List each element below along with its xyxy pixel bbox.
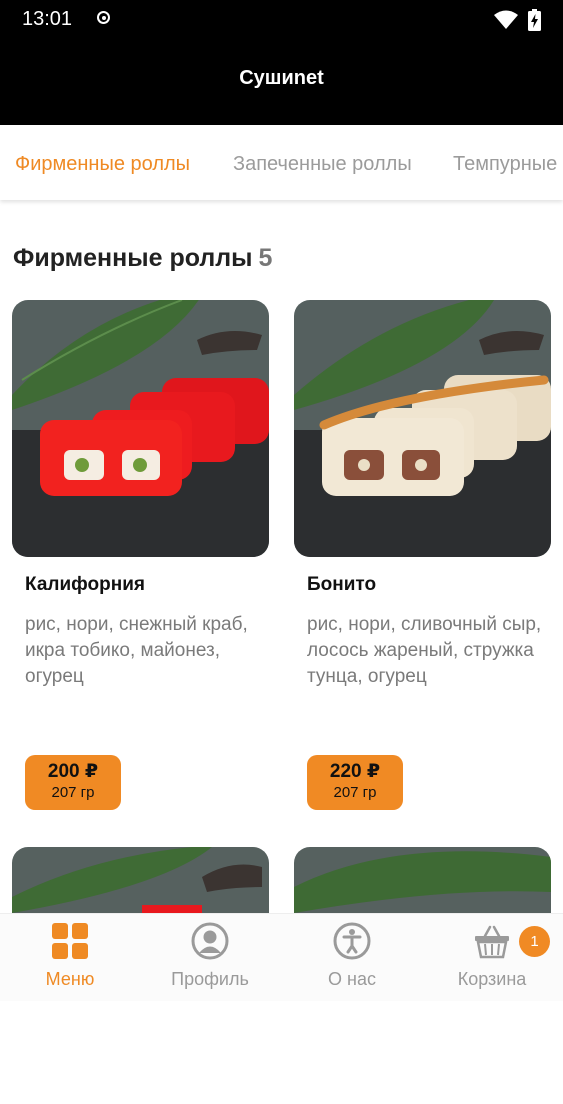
battery-charging-icon [528, 9, 541, 31]
nav-label: О нас [328, 969, 376, 989]
category-tabs: Фирменные роллы Запеченные роллы Темпурн… [0, 125, 563, 200]
nav-about[interactable]: О нас [292, 914, 412, 1001]
record-icon [97, 11, 110, 24]
product-image[interactable] [294, 300, 551, 557]
nav-label: Меню [45, 969, 95, 989]
product-description: рис, нори, снежный краб, икра тобико, ма… [25, 614, 248, 687]
add-to-cart-button[interactable]: 220 ₽ 207 гр [307, 755, 403, 810]
nav-profile[interactable]: Профиль [150, 914, 270, 1001]
product-price: 200 ₽ [47, 761, 99, 782]
section-title: Фирменные роллы [13, 244, 253, 272]
section-heading: Фирменные роллы 5 [13, 244, 272, 273]
profile-icon [191, 922, 229, 960]
section-count: 5 [258, 244, 273, 272]
product-name: Калифорния [25, 574, 145, 595]
nav-menu[interactable]: Меню [10, 914, 130, 1001]
basket-icon [475, 925, 509, 959]
app-bar: Сушиnet [0, 40, 563, 125]
app-title: Сушиnet [239, 67, 324, 89]
cart-count-badge: 1 [519, 926, 550, 957]
tab-signature-rolls[interactable]: Фирменные роллы [15, 153, 190, 176]
tab-baked-rolls[interactable]: Запеченные роллы [233, 153, 412, 176]
product-price: 220 ₽ [329, 761, 381, 782]
status-bar: 13:01 [0, 0, 563, 40]
product-image[interactable] [12, 300, 269, 557]
bottom-navigation: Меню Профиль О нас Корзина [0, 913, 563, 1001]
product-weight: 207 гр [51, 784, 95, 801]
add-to-cart-button[interactable]: 200 ₽ 207 гр [25, 755, 121, 810]
wifi-icon [494, 10, 518, 29]
status-time: 13:01 [22, 8, 73, 30]
grid-icon [52, 923, 88, 959]
info-icon [333, 922, 371, 960]
product-weight: 207 гр [333, 784, 377, 801]
product-name: Бонито [307, 574, 377, 595]
nav-label: Профиль [171, 969, 249, 989]
nav-label: Корзина [457, 969, 527, 989]
product-description: рис, нори, сливочный сыр, лосось жареный… [307, 614, 542, 687]
tab-tempura-rolls[interactable]: Темпурные роллы [453, 153, 563, 176]
